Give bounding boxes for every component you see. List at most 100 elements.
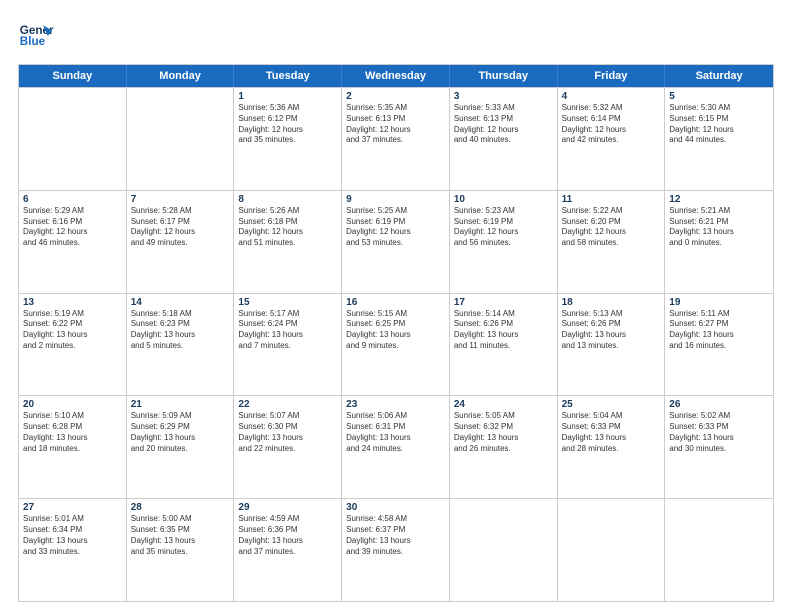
day-info: Sunrise: 5:28 AM Sunset: 6:17 PM Dayligh… <box>131 206 230 249</box>
calendar-cell: 22Sunrise: 5:07 AM Sunset: 6:30 PM Dayli… <box>234 396 342 498</box>
day-info: Sunrise: 5:05 AM Sunset: 6:32 PM Dayligh… <box>454 411 553 454</box>
day-info: Sunrise: 5:02 AM Sunset: 6:33 PM Dayligh… <box>669 411 769 454</box>
weekday-header: Friday <box>558 65 666 87</box>
logo-icon: General Blue <box>18 18 54 54</box>
day-number: 24 <box>454 399 553 410</box>
weekday-header: Saturday <box>665 65 773 87</box>
day-info: Sunrise: 5:35 AM Sunset: 6:13 PM Dayligh… <box>346 103 445 146</box>
calendar-cell: 7Sunrise: 5:28 AM Sunset: 6:17 PM Daylig… <box>127 191 235 293</box>
calendar-week: 27Sunrise: 5:01 AM Sunset: 6:34 PM Dayli… <box>19 498 773 601</box>
calendar-cell: 27Sunrise: 5:01 AM Sunset: 6:34 PM Dayli… <box>19 499 127 601</box>
day-number: 25 <box>562 399 661 410</box>
header: General Blue <box>18 18 774 54</box>
calendar-cell <box>127 88 235 190</box>
day-info: Sunrise: 5:23 AM Sunset: 6:19 PM Dayligh… <box>454 206 553 249</box>
day-number: 14 <box>131 297 230 308</box>
calendar-cell: 25Sunrise: 5:04 AM Sunset: 6:33 PM Dayli… <box>558 396 666 498</box>
day-number: 6 <box>23 194 122 205</box>
day-info: Sunrise: 5:04 AM Sunset: 6:33 PM Dayligh… <box>562 411 661 454</box>
day-number: 12 <box>669 194 769 205</box>
day-number: 2 <box>346 91 445 102</box>
day-number: 16 <box>346 297 445 308</box>
calendar-cell: 15Sunrise: 5:17 AM Sunset: 6:24 PM Dayli… <box>234 294 342 396</box>
calendar-cell: 17Sunrise: 5:14 AM Sunset: 6:26 PM Dayli… <box>450 294 558 396</box>
calendar-cell: 29Sunrise: 4:59 AM Sunset: 6:36 PM Dayli… <box>234 499 342 601</box>
day-info: Sunrise: 5:33 AM Sunset: 6:13 PM Dayligh… <box>454 103 553 146</box>
day-number: 19 <box>669 297 769 308</box>
page: General Blue SundayMondayTuesdayWednesda… <box>0 0 792 612</box>
day-number: 5 <box>669 91 769 102</box>
day-number: 11 <box>562 194 661 205</box>
day-info: Sunrise: 5:36 AM Sunset: 6:12 PM Dayligh… <box>238 103 337 146</box>
calendar-cell: 12Sunrise: 5:21 AM Sunset: 6:21 PM Dayli… <box>665 191 773 293</box>
day-number: 7 <box>131 194 230 205</box>
day-number: 27 <box>23 502 122 513</box>
calendar-cell: 16Sunrise: 5:15 AM Sunset: 6:25 PM Dayli… <box>342 294 450 396</box>
calendar-cell: 14Sunrise: 5:18 AM Sunset: 6:23 PM Dayli… <box>127 294 235 396</box>
day-info: Sunrise: 5:13 AM Sunset: 6:26 PM Dayligh… <box>562 309 661 352</box>
calendar-cell: 5Sunrise: 5:30 AM Sunset: 6:15 PM Daylig… <box>665 88 773 190</box>
calendar-header-row: SundayMondayTuesdayWednesdayThursdayFrid… <box>19 65 773 87</box>
svg-text:Blue: Blue <box>20 35 46 48</box>
day-info: Sunrise: 5:14 AM Sunset: 6:26 PM Dayligh… <box>454 309 553 352</box>
day-info: Sunrise: 4:59 AM Sunset: 6:36 PM Dayligh… <box>238 514 337 557</box>
weekday-header: Sunday <box>19 65 127 87</box>
calendar-cell: 24Sunrise: 5:05 AM Sunset: 6:32 PM Dayli… <box>450 396 558 498</box>
day-number: 18 <box>562 297 661 308</box>
calendar-cell: 28Sunrise: 5:00 AM Sunset: 6:35 PM Dayli… <box>127 499 235 601</box>
weekday-header: Thursday <box>450 65 558 87</box>
day-info: Sunrise: 5:21 AM Sunset: 6:21 PM Dayligh… <box>669 206 769 249</box>
day-info: Sunrise: 5:17 AM Sunset: 6:24 PM Dayligh… <box>238 309 337 352</box>
calendar-cell: 10Sunrise: 5:23 AM Sunset: 6:19 PM Dayli… <box>450 191 558 293</box>
day-info: Sunrise: 5:06 AM Sunset: 6:31 PM Dayligh… <box>346 411 445 454</box>
day-number: 22 <box>238 399 337 410</box>
calendar-cell: 2Sunrise: 5:35 AM Sunset: 6:13 PM Daylig… <box>342 88 450 190</box>
day-info: Sunrise: 5:30 AM Sunset: 6:15 PM Dayligh… <box>669 103 769 146</box>
day-info: Sunrise: 5:00 AM Sunset: 6:35 PM Dayligh… <box>131 514 230 557</box>
day-number: 30 <box>346 502 445 513</box>
calendar-cell: 21Sunrise: 5:09 AM Sunset: 6:29 PM Dayli… <box>127 396 235 498</box>
day-info: Sunrise: 5:07 AM Sunset: 6:30 PM Dayligh… <box>238 411 337 454</box>
calendar-cell: 20Sunrise: 5:10 AM Sunset: 6:28 PM Dayli… <box>19 396 127 498</box>
day-info: Sunrise: 5:01 AM Sunset: 6:34 PM Dayligh… <box>23 514 122 557</box>
calendar-cell <box>19 88 127 190</box>
day-info: Sunrise: 5:26 AM Sunset: 6:18 PM Dayligh… <box>238 206 337 249</box>
calendar-cell <box>665 499 773 601</box>
calendar-cell: 18Sunrise: 5:13 AM Sunset: 6:26 PM Dayli… <box>558 294 666 396</box>
day-number: 21 <box>131 399 230 410</box>
calendar-body: 1Sunrise: 5:36 AM Sunset: 6:12 PM Daylig… <box>19 87 773 601</box>
weekday-header: Monday <box>127 65 235 87</box>
day-info: Sunrise: 5:09 AM Sunset: 6:29 PM Dayligh… <box>131 411 230 454</box>
calendar-week: 6Sunrise: 5:29 AM Sunset: 6:16 PM Daylig… <box>19 190 773 293</box>
logo: General Blue <box>18 18 54 54</box>
day-number: 8 <box>238 194 337 205</box>
day-number: 29 <box>238 502 337 513</box>
day-number: 3 <box>454 91 553 102</box>
day-info: Sunrise: 5:32 AM Sunset: 6:14 PM Dayligh… <box>562 103 661 146</box>
calendar-cell: 6Sunrise: 5:29 AM Sunset: 6:16 PM Daylig… <box>19 191 127 293</box>
day-number: 13 <box>23 297 122 308</box>
calendar-cell: 26Sunrise: 5:02 AM Sunset: 6:33 PM Dayli… <box>665 396 773 498</box>
day-number: 1 <box>238 91 337 102</box>
calendar-cell <box>450 499 558 601</box>
day-number: 9 <box>346 194 445 205</box>
day-info: Sunrise: 5:11 AM Sunset: 6:27 PM Dayligh… <box>669 309 769 352</box>
calendar-cell: 1Sunrise: 5:36 AM Sunset: 6:12 PM Daylig… <box>234 88 342 190</box>
day-info: Sunrise: 5:19 AM Sunset: 6:22 PM Dayligh… <box>23 309 122 352</box>
day-info: Sunrise: 5:15 AM Sunset: 6:25 PM Dayligh… <box>346 309 445 352</box>
calendar-cell <box>558 499 666 601</box>
calendar-cell: 11Sunrise: 5:22 AM Sunset: 6:20 PM Dayli… <box>558 191 666 293</box>
day-info: Sunrise: 5:10 AM Sunset: 6:28 PM Dayligh… <box>23 411 122 454</box>
day-number: 17 <box>454 297 553 308</box>
day-number: 15 <box>238 297 337 308</box>
day-number: 23 <box>346 399 445 410</box>
calendar-cell: 13Sunrise: 5:19 AM Sunset: 6:22 PM Dayli… <box>19 294 127 396</box>
day-info: Sunrise: 5:29 AM Sunset: 6:16 PM Dayligh… <box>23 206 122 249</box>
calendar: SundayMondayTuesdayWednesdayThursdayFrid… <box>18 64 774 602</box>
calendar-cell: 30Sunrise: 4:58 AM Sunset: 6:37 PM Dayli… <box>342 499 450 601</box>
day-info: Sunrise: 5:25 AM Sunset: 6:19 PM Dayligh… <box>346 206 445 249</box>
day-number: 28 <box>131 502 230 513</box>
weekday-header: Wednesday <box>342 65 450 87</box>
calendar-cell: 19Sunrise: 5:11 AM Sunset: 6:27 PM Dayli… <box>665 294 773 396</box>
calendar-cell: 8Sunrise: 5:26 AM Sunset: 6:18 PM Daylig… <box>234 191 342 293</box>
